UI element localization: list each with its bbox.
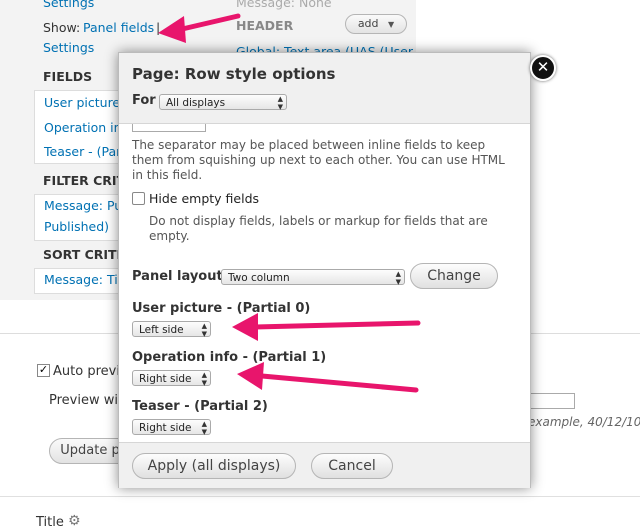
arrow-icon bbox=[232, 313, 421, 341]
arrow-icon bbox=[237, 362, 419, 393]
annotation-arrows bbox=[158, 13, 421, 393]
arrow-icon bbox=[158, 13, 241, 43]
